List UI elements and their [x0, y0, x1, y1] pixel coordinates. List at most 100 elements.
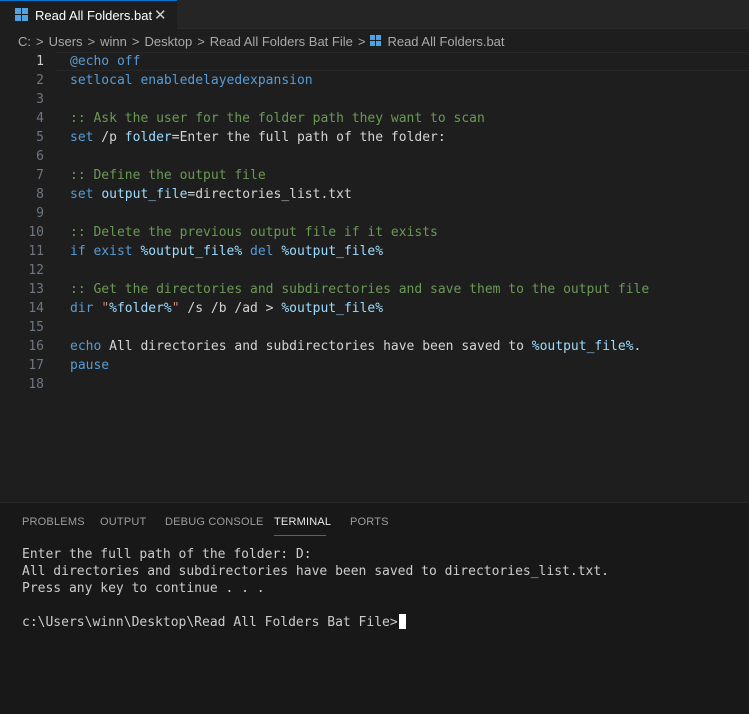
breadcrumb-item-desktop[interactable]: Desktop	[144, 34, 192, 49]
line-number: 9	[36, 206, 44, 221]
line-number: 17	[28, 358, 44, 373]
current-line-highlight	[56, 52, 749, 71]
line-number: 1	[36, 54, 44, 69]
code-token: :: Define the output file	[70, 168, 266, 183]
code-line[interactable]: 7:: Define the output file	[0, 166, 749, 185]
line-number: 12	[28, 263, 44, 278]
chevron-right-icon: >	[197, 33, 205, 49]
code-text: if exist %output_file% del %output_file%	[70, 242, 383, 261]
windows-file-icon	[370, 35, 382, 47]
code-text: set output_file=directories_list.txt	[70, 185, 352, 204]
bottom-panel: PROBLEMS OUTPUT DEBUG CONSOLE TERMINAL P…	[0, 502, 749, 714]
code-token: =directories_list.txt	[187, 187, 352, 202]
line-number: 15	[28, 320, 44, 335]
breadcrumb-item-folder[interactable]: Read All Folders Bat File	[210, 34, 353, 49]
code-text: set /p folder=Enter the full path of the…	[70, 128, 446, 147]
code-token: @echo off	[70, 54, 141, 69]
tab-debug-console[interactable]: DEBUG CONSOLE	[165, 516, 264, 528]
code-line[interactable]: 4:: Ask the user for the folder path the…	[0, 109, 749, 128]
tab-problems[interactable]: PROBLEMS	[22, 516, 85, 528]
terminal-cursor	[398, 614, 406, 629]
code-line[interactable]: 9	[0, 204, 749, 223]
editor-tab-read-all-folders[interactable]: Read All Folders.bat ✕	[0, 0, 177, 29]
line-number: 5	[36, 130, 44, 145]
code-line[interactable]: 3	[0, 90, 749, 109]
terminal-prompt[interactable]: c:\Users\winn\Desktop\Read All Folders B…	[22, 614, 406, 631]
close-icon[interactable]: ✕	[154, 6, 167, 24]
code-line[interactable]: 6	[0, 147, 749, 166]
chevron-right-icon: >	[36, 33, 44, 49]
terminal-prompt-text: c:\Users\winn\Desktop\Read All Folders B…	[22, 615, 398, 630]
chevron-right-icon: >	[131, 33, 140, 49]
code-token: "	[171, 301, 180, 316]
code-token: /p	[93, 130, 125, 145]
code-line[interactable]: 18	[0, 375, 749, 394]
code-token: output_file	[101, 187, 188, 202]
code-token: set	[70, 130, 94, 145]
code-line[interactable]: 17 pause	[0, 356, 749, 375]
line-number: 14	[28, 301, 44, 316]
code-token: echo	[70, 339, 102, 354]
code-line[interactable]: 14 dir "%folder%" /s /b /ad > %output_fil…	[0, 299, 749, 318]
code-token: :: Delete the previous output file if it…	[70, 225, 438, 240]
code-token: pause	[70, 358, 110, 373]
breadcrumb-item-winn[interactable]: winn	[100, 34, 127, 49]
code-token: All directories and subdirectories have …	[101, 339, 532, 354]
code-line[interactable]: 11 if exist %output_file% del %output_fil…	[0, 242, 749, 261]
code-text: @echo off	[70, 52, 140, 71]
terminal-line: Enter the full path of the folder: D:	[22, 547, 312, 562]
panel-tab-bar: PROBLEMS OUTPUT DEBUG CONSOLE TERMINAL P…	[0, 503, 749, 541]
code-token: setlocal enabledelayedexpansion	[70, 73, 313, 88]
code-token: :: Ask the user for the folder path they…	[70, 111, 485, 126]
code-text: echo All directories and subdirectories …	[70, 337, 641, 356]
code-text: :: Define the output file	[70, 166, 266, 185]
code-token: %output_file%	[281, 301, 384, 316]
code-token: %output_file%	[140, 244, 243, 259]
code-line[interactable]: 1 @echo off	[0, 52, 749, 71]
line-number: 18	[28, 377, 44, 392]
code-line[interactable]: 5 set /p folder=Enter the full path of th…	[0, 128, 749, 147]
code-token: %output_file%	[531, 339, 634, 354]
line-number: 8	[36, 187, 44, 202]
code-line[interactable]: 16 echo All directories and subdirectorie…	[0, 337, 749, 356]
code-text: pause	[70, 356, 109, 375]
line-number: 16	[28, 339, 44, 354]
code-text: setlocal enabledelayedexpansion	[70, 71, 313, 90]
editor-tab-bar: Read All Folders.bat ✕	[0, 0, 749, 29]
code-line[interactable]: 2 setlocal enabledelayedexpansion	[0, 71, 749, 90]
breadcrumb-item-drive[interactable]: C:	[18, 34, 31, 49]
code-line[interactable]: 15	[0, 318, 749, 337]
line-number: 13	[28, 282, 44, 297]
line-number: 2	[36, 73, 44, 88]
tab-label: Read All Folders.bat	[35, 7, 153, 23]
code-token: set	[70, 187, 94, 202]
chevron-right-icon: >	[87, 33, 96, 49]
code-line[interactable]: 8 set output_file=directories_list.txt	[0, 185, 749, 204]
breadcrumb-item-file[interactable]: Read All Folders.bat	[387, 34, 504, 49]
terminal-line: All directories and subdirectories have …	[22, 564, 609, 579]
code-editor[interactable]: 1 @echo off 2 setlocal enabledelayedexpansi…	[0, 52, 749, 500]
line-number: 10	[28, 225, 44, 240]
code-token: if exist	[70, 244, 133, 259]
line-number: 6	[36, 149, 44, 164]
code-line[interactable]: 10:: Delete the previous output file if …	[0, 223, 749, 242]
code-token: %output_file%	[281, 244, 384, 259]
tab-output[interactable]: OUTPUT	[100, 516, 146, 528]
code-token: /s /b /ad >	[179, 301, 282, 316]
code-token: dir	[70, 301, 94, 316]
breadcrumb: C: > Users > winn > Desktop > Read All F…	[0, 29, 749, 53]
line-number: 4	[36, 111, 44, 126]
code-token: :: Get the directories and subdirectorie…	[70, 282, 650, 297]
active-tab-indicator	[274, 535, 326, 536]
code-line[interactable]: 12	[0, 261, 749, 280]
terminal-line: Press any key to continue . . .	[22, 581, 265, 596]
tab-ports[interactable]: PORTS	[350, 516, 389, 528]
tab-terminal[interactable]: TERMINAL	[274, 516, 331, 528]
line-number: 3	[36, 92, 44, 107]
breadcrumb-item-users[interactable]: Users	[49, 34, 83, 49]
code-token: .	[633, 339, 642, 354]
code-line[interactable]: 13:: Get the directories and subdirector…	[0, 280, 749, 299]
windows-file-icon	[15, 8, 29, 22]
code-token: %folder%	[109, 301, 172, 316]
